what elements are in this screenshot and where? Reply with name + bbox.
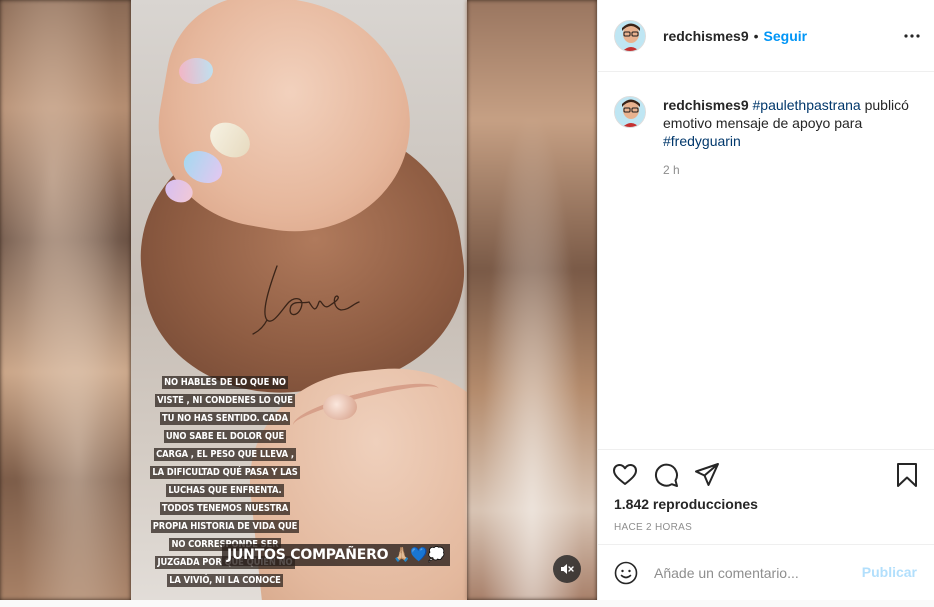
more-options-button[interactable] xyxy=(904,26,920,51)
caption-username[interactable]: redchismes9 xyxy=(663,97,749,113)
separator-dot: • xyxy=(753,27,759,44)
heart-icon[interactable] xyxy=(612,462,638,488)
action-icons xyxy=(612,462,720,488)
caption-body: redchismes9 #paulethpastrana publicó emo… xyxy=(663,96,926,177)
hashtag-link[interactable]: #paulethpastrana xyxy=(753,97,861,113)
media-blur-left xyxy=(0,0,131,600)
avatar[interactable] xyxy=(614,19,646,52)
comment-box: Publicar xyxy=(598,544,934,600)
more-horizontal-icon xyxy=(904,34,920,38)
publish-button[interactable]: Publicar xyxy=(862,564,917,580)
post-timestamp[interactable]: HACE 2 HORAS xyxy=(614,522,692,533)
comment-icon[interactable] xyxy=(653,462,679,488)
hashtag-link[interactable]: #fredyguarin xyxy=(663,133,741,149)
post-media[interactable]: NO HABLES DE LO QUE NO VISTE , NI CONDEN… xyxy=(0,0,597,600)
header-username[interactable]: redchismes9 xyxy=(663,28,749,44)
caption-text: redchismes9 #paulethpastrana publicó emo… xyxy=(663,96,926,150)
post-actions: 1.842 reproducciones HACE 2 HORAS Public… xyxy=(598,449,934,599)
story-photo: NO HABLES DE LO QUE NO VISTE , NI CONDEN… xyxy=(131,0,467,600)
caption-avatar[interactable] xyxy=(614,96,646,128)
media-blur-right xyxy=(467,0,597,600)
emoji-icon[interactable] xyxy=(614,561,638,585)
mute-button[interactable] xyxy=(553,555,581,583)
love-handwriting xyxy=(252,265,360,335)
post-side-panel: redchismes9 • Seguir redchismes9 #paulet… xyxy=(597,0,934,600)
comment-input[interactable] xyxy=(654,564,854,581)
volume-off-icon xyxy=(561,564,574,574)
avatar-image xyxy=(615,97,645,127)
follow-button[interactable]: Seguir xyxy=(764,28,808,44)
bracelet-charm xyxy=(323,394,357,420)
bookmark-icon[interactable] xyxy=(895,462,919,488)
caption-time[interactable]: 2 h xyxy=(663,163,926,177)
post-header: redchismes9 • Seguir xyxy=(598,0,934,72)
post-caption: redchismes9 #paulethpastrana publicó emo… xyxy=(614,96,926,177)
story-caption: JUNTOS COMPAÑERO 🙏🏼💙💭 xyxy=(222,544,450,566)
view-count[interactable]: 1.842 reproducciones xyxy=(614,496,758,512)
share-icon[interactable] xyxy=(694,462,720,488)
avatar-image xyxy=(615,20,645,51)
